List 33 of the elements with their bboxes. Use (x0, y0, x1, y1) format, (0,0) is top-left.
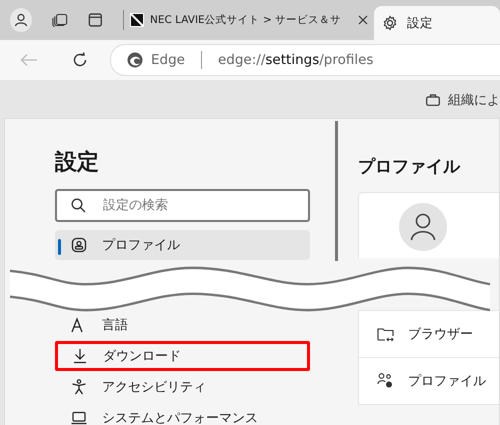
profile-title: プロファイル (358, 156, 462, 178)
workspaces-icon[interactable] (52, 12, 68, 28)
search-field[interactable]: 設定の検索 (55, 189, 310, 222)
download-icon (72, 348, 88, 364)
laptop-icon (71, 411, 87, 425)
sidebar-item[interactable]: システムとパフォーマンス (55, 403, 310, 425)
accessibility-icon (71, 379, 87, 395)
tab-actions-icon[interactable] (88, 12, 104, 28)
url-text: edge://settings/profiles (218, 52, 374, 68)
sidebar-item[interactable]: 言語 (55, 310, 310, 340)
folder-icon (377, 326, 394, 342)
profile-icon (71, 237, 87, 253)
profile-setting-row[interactable]: ブラウザー (359, 310, 499, 357)
refresh-icon[interactable] (72, 52, 88, 68)
browser-tab[interactable]: NEC LAVIE公式サイト > サービス＆サ (124, 0, 374, 40)
profile-setting-row[interactable]: プロファイル (359, 357, 499, 404)
avatar-icon (399, 203, 447, 251)
scrollbar[interactable] (335, 121, 338, 261)
address-bar[interactable]: Edge edge://settings/profiles (110, 44, 500, 76)
profile-icon[interactable] (10, 8, 32, 32)
site-logo-icon (130, 13, 144, 27)
people-gear-icon (377, 373, 394, 389)
settings-icon (382, 15, 398, 31)
edge-logo-icon (127, 52, 143, 68)
briefcase-icon (426, 94, 440, 106)
close-icon[interactable] (358, 15, 368, 25)
settings-title: 設定 (55, 148, 100, 177)
managed-by-organization-text: 組織によ (448, 92, 500, 109)
browser-tab[interactable]: 設定 (374, 6, 500, 40)
sidebar-item[interactable]: ダウンロード (55, 341, 310, 371)
site-label: Edge (151, 52, 185, 68)
sidebar-item[interactable]: アクセシビリティ (55, 372, 310, 402)
sidebar-item[interactable]: プロファイル (55, 230, 310, 260)
